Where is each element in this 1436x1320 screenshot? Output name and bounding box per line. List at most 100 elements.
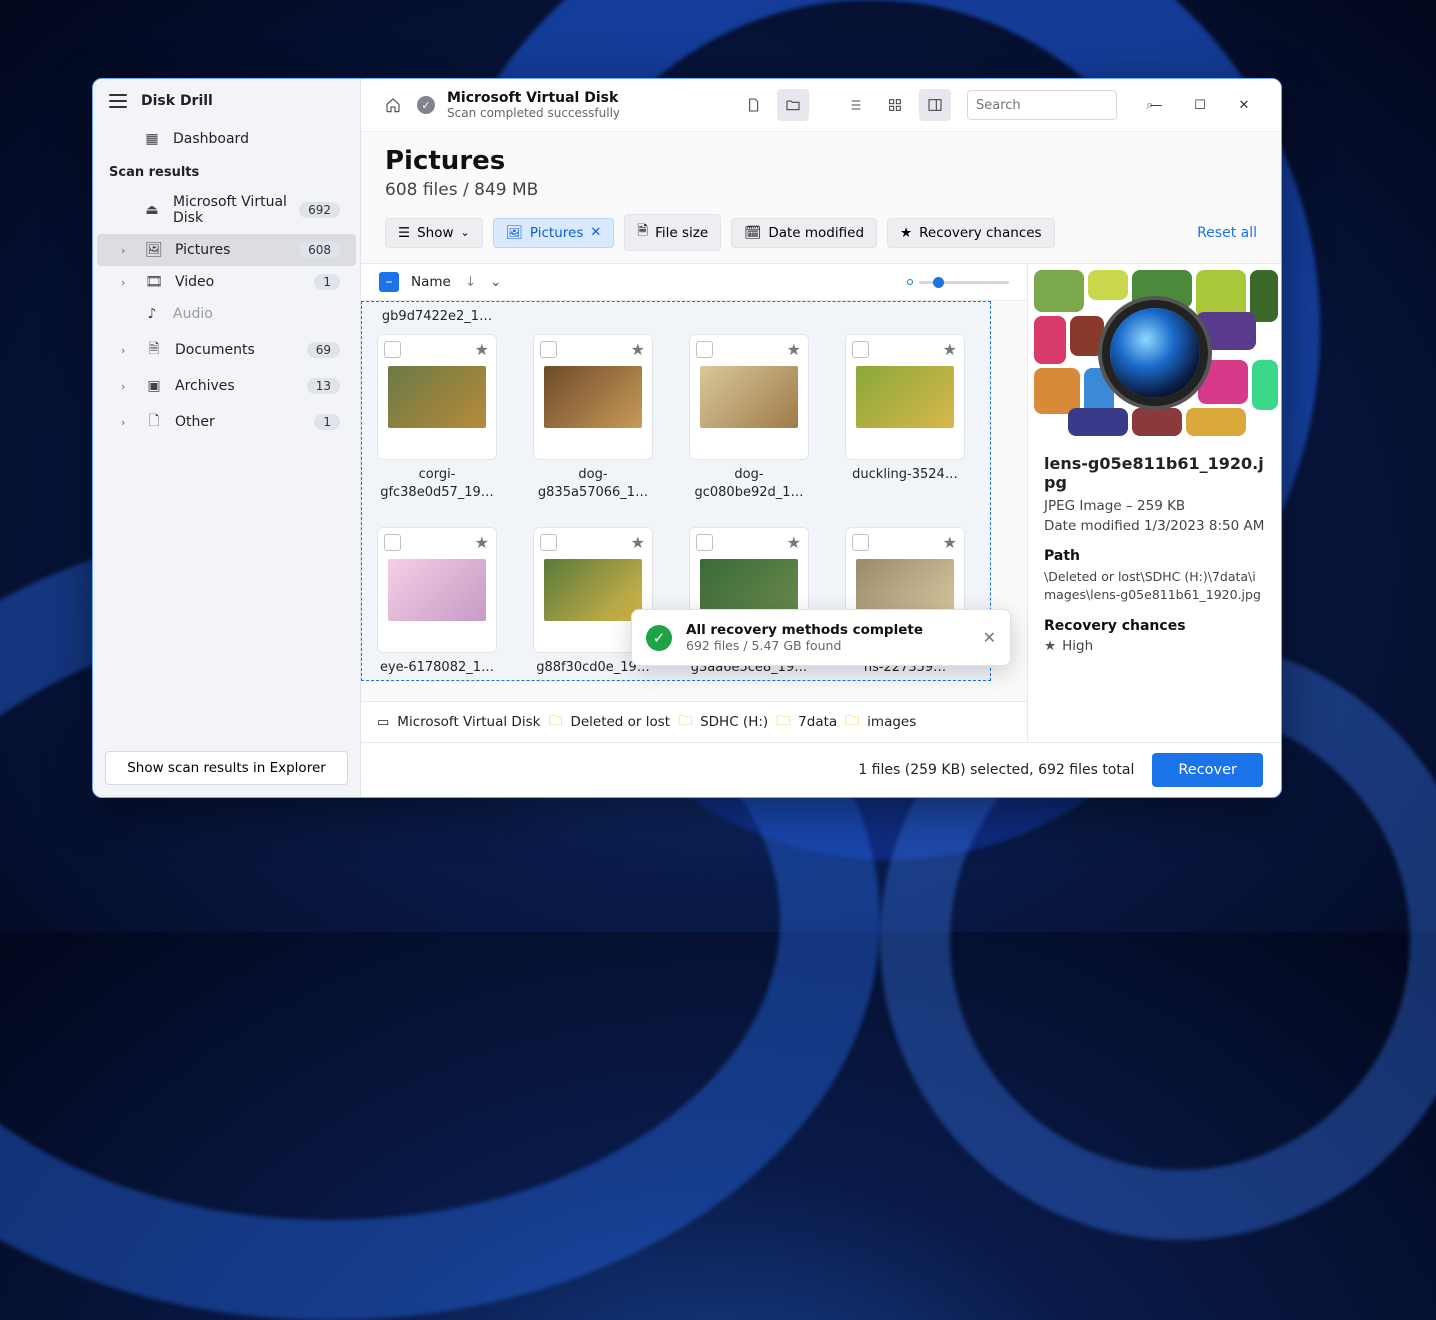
top-toolbar: ✓ Microsoft Virtual Disk Scan completed … [361,79,1281,132]
column-name[interactable]: Name [411,274,451,290]
preview-image [1028,264,1281,440]
zoom-slider[interactable] [907,279,1009,285]
favorite-icon[interactable]: ★ [943,533,957,552]
sidebar-item-dashboard[interactable]: ▦ Dashboard [97,123,356,155]
recover-button[interactable]: Recover [1152,753,1263,787]
thumbnail-card[interactable]: ★ eye-6178082_1… [377,527,497,677]
filter-recovery-chances[interactable]: ★ Recovery chances [887,218,1055,248]
thumbnail-checkbox[interactable] [852,341,869,358]
remove-filter-icon[interactable]: ✕ [590,225,601,240]
sidebar-item-video[interactable]: › 🎞 Video 1 [97,266,356,298]
thumbnail-checkbox[interactable] [540,534,557,551]
thumbnail-image [388,366,486,428]
sidebar-item-documents[interactable]: › 🗎 Documents 69 [97,330,356,370]
thumbnail-checkbox[interactable] [384,341,401,358]
home-icon [385,97,401,113]
sidebar-item-audio[interactable]: ♪ Audio [97,298,356,330]
success-icon: ✓ [646,625,672,651]
favorite-icon[interactable]: ★ [787,533,801,552]
filter-date-modified[interactable]: 🗓 Date modified [731,218,877,248]
folder-icon: 🗀 [845,710,859,734]
thumbnail-name: corgi-gfc38e0d57_19… [377,466,497,501]
maximize-button[interactable]: ☐ [1179,89,1221,121]
chevron-right-icon: › [121,416,131,429]
breadcrumb-item[interactable]: SDHC (H:) [700,714,768,730]
folder-view-button[interactable] [777,89,809,121]
thumbnail-checkbox[interactable] [696,341,713,358]
thumbnail-name [533,309,653,324]
folder-icon [785,97,801,113]
favorite-icon[interactable]: ★ [631,533,645,552]
detail-chances-label: Recovery chances [1044,618,1265,634]
thumbnail-name: dog-g835a57066_1… [533,466,653,501]
disk-icon: ⏏ [143,202,161,218]
split-view-button[interactable] [919,89,951,121]
breadcrumb-item[interactable]: 7data [798,714,837,730]
favorite-icon[interactable]: ★ [475,340,489,359]
thumbnail-checkbox[interactable] [852,534,869,551]
thumbnail-card[interactable]: ★ dog-g835a57066_1… [533,334,653,501]
list-view-button[interactable] [839,89,871,121]
thumbnail-checkbox[interactable] [384,534,401,551]
thumbnail-card[interactable]: ★ corgi-gfc38e0d57_19… [377,334,497,501]
home-button[interactable] [377,89,409,121]
thumbnail-card[interactable]: ★duckling-3524… [845,334,965,501]
sidebar-item-pictures[interactable]: › 🖼 Pictures 608 [97,234,356,266]
breadcrumb: ▭ Microsoft Virtual Disk 🗀 Deleted or lo… [361,701,1027,742]
thumbnail-checkbox[interactable] [696,534,713,551]
breadcrumb-item[interactable]: images [867,714,916,730]
reset-all-button[interactable]: Reset all [1197,225,1257,241]
favorite-icon[interactable]: ★ [631,340,645,359]
sidebar-item-disk[interactable]: ⏏ Microsoft Virtual Disk 692 [97,186,356,234]
breadcrumb-item[interactable]: Microsoft Virtual Disk [397,714,540,730]
sidebar: Disk Drill ▦ Dashboard Scan results ⏏ Mi… [93,79,361,797]
disk-title: Microsoft Virtual Disk [447,90,620,107]
sidebar-section-label: Scan results [93,155,360,186]
sort-arrow-icon[interactable]: ↓ [465,274,476,290]
favorite-icon[interactable]: ★ [787,340,801,359]
calendar-icon: 🗓 [744,225,761,241]
close-button[interactable]: ✕ [1223,89,1265,121]
select-toggle[interactable]: – [379,272,399,292]
menu-icon[interactable] [109,94,127,108]
archives-icon: ▣ [145,378,163,394]
thumbnail-name: eye-6178082_1… [377,659,497,677]
filter-file-size[interactable]: 🗎 File size [624,214,721,251]
sidebar-item-archives[interactable]: › ▣ Archives 13 [97,370,356,402]
zoom-min-icon [907,279,913,285]
file-view-button[interactable] [737,89,769,121]
favorite-icon[interactable]: ★ [475,533,489,552]
detail-path-value: \Deleted or lost\SDHC (H:)\7data\images\… [1044,568,1265,604]
show-menu[interactable]: ☰ Show ⌄ [385,218,483,248]
breadcrumb-item[interactable]: Deleted or lost [570,714,670,730]
show-in-explorer-button[interactable]: Show scan results in Explorer [105,751,348,785]
favorite-icon[interactable]: ★ [943,340,957,359]
filter-chip-pictures[interactable]: 🖼 Pictures ✕ [493,218,615,248]
other-icon: 🗋 [145,410,163,434]
search-input[interactable] [976,98,1146,113]
file-icon [745,97,761,113]
thumbnail-image [388,559,486,621]
zoom-handle[interactable] [933,277,944,288]
star-icon: ★ [1044,638,1056,654]
list-icon [847,97,863,113]
thumbnail-name [689,309,809,324]
minimize-button[interactable]: — [1135,89,1177,121]
app-name: Disk Drill [141,93,213,109]
toast-subtitle: 692 files / 5.47 GB found [686,638,969,653]
grid-view-button[interactable] [879,89,911,121]
selection-status: 1 files (259 KB) selected, 692 files tot… [858,762,1134,778]
chevron-right-icon: › [121,344,131,357]
pictures-icon: 🖼 [506,225,523,241]
scan-complete-icon: ✓ [417,96,435,114]
sidebar-item-other[interactable]: › 🗋 Other 1 [97,402,356,442]
search-box[interactable]: ⌕ [967,90,1117,120]
folder-icon: 🗀 [776,710,790,734]
page-header: Pictures 608 files / 849 MB [361,132,1281,210]
thumbnail-checkbox[interactable] [540,341,557,358]
chevron-down-icon: ⌄ [461,226,470,239]
column-menu-icon[interactable]: ⌄ [490,274,501,290]
disk-subtitle: Scan completed successfully [447,106,620,120]
toast-close-button[interactable]: ✕ [983,628,996,647]
thumbnail-card[interactable]: ★dog-gc080be92d_1… [689,334,809,501]
